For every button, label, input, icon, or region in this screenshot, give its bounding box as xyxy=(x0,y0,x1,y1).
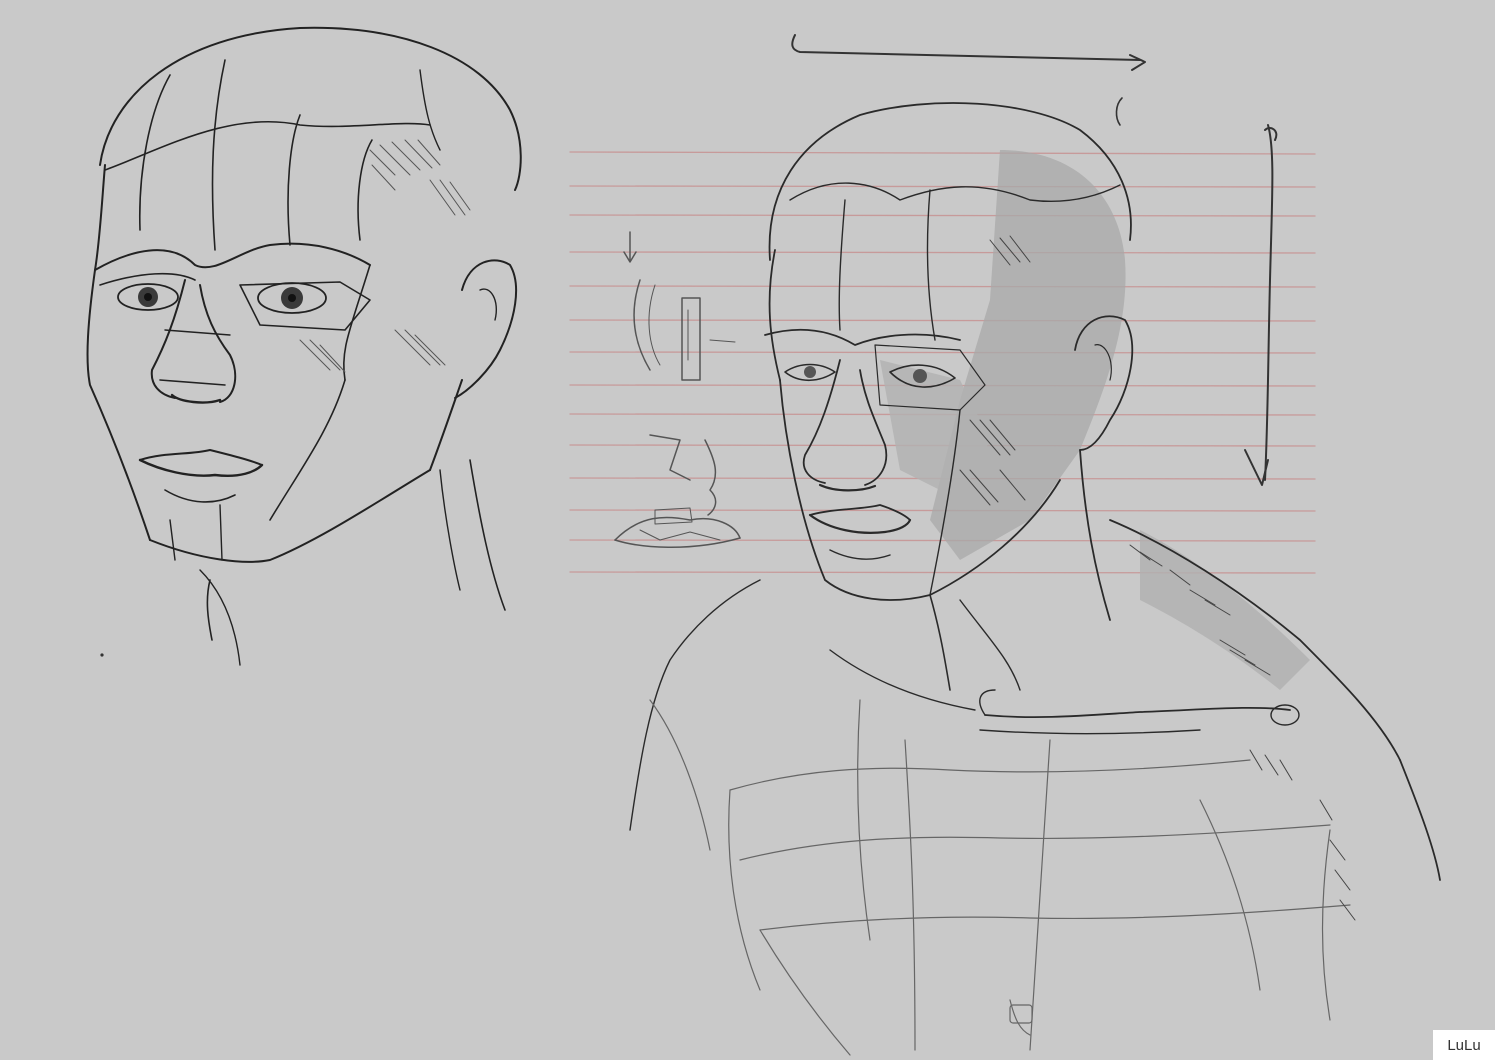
watermark-label: LuLu xyxy=(1433,1030,1495,1060)
feature-studies xyxy=(614,231,741,548)
right-bust-sketch xyxy=(629,102,1441,1056)
sketch-artwork xyxy=(86,26,1441,1056)
stray-dot xyxy=(100,653,104,657)
left-head-sketch xyxy=(86,26,522,666)
sketch-canvas: LuLu xyxy=(0,0,1495,1060)
